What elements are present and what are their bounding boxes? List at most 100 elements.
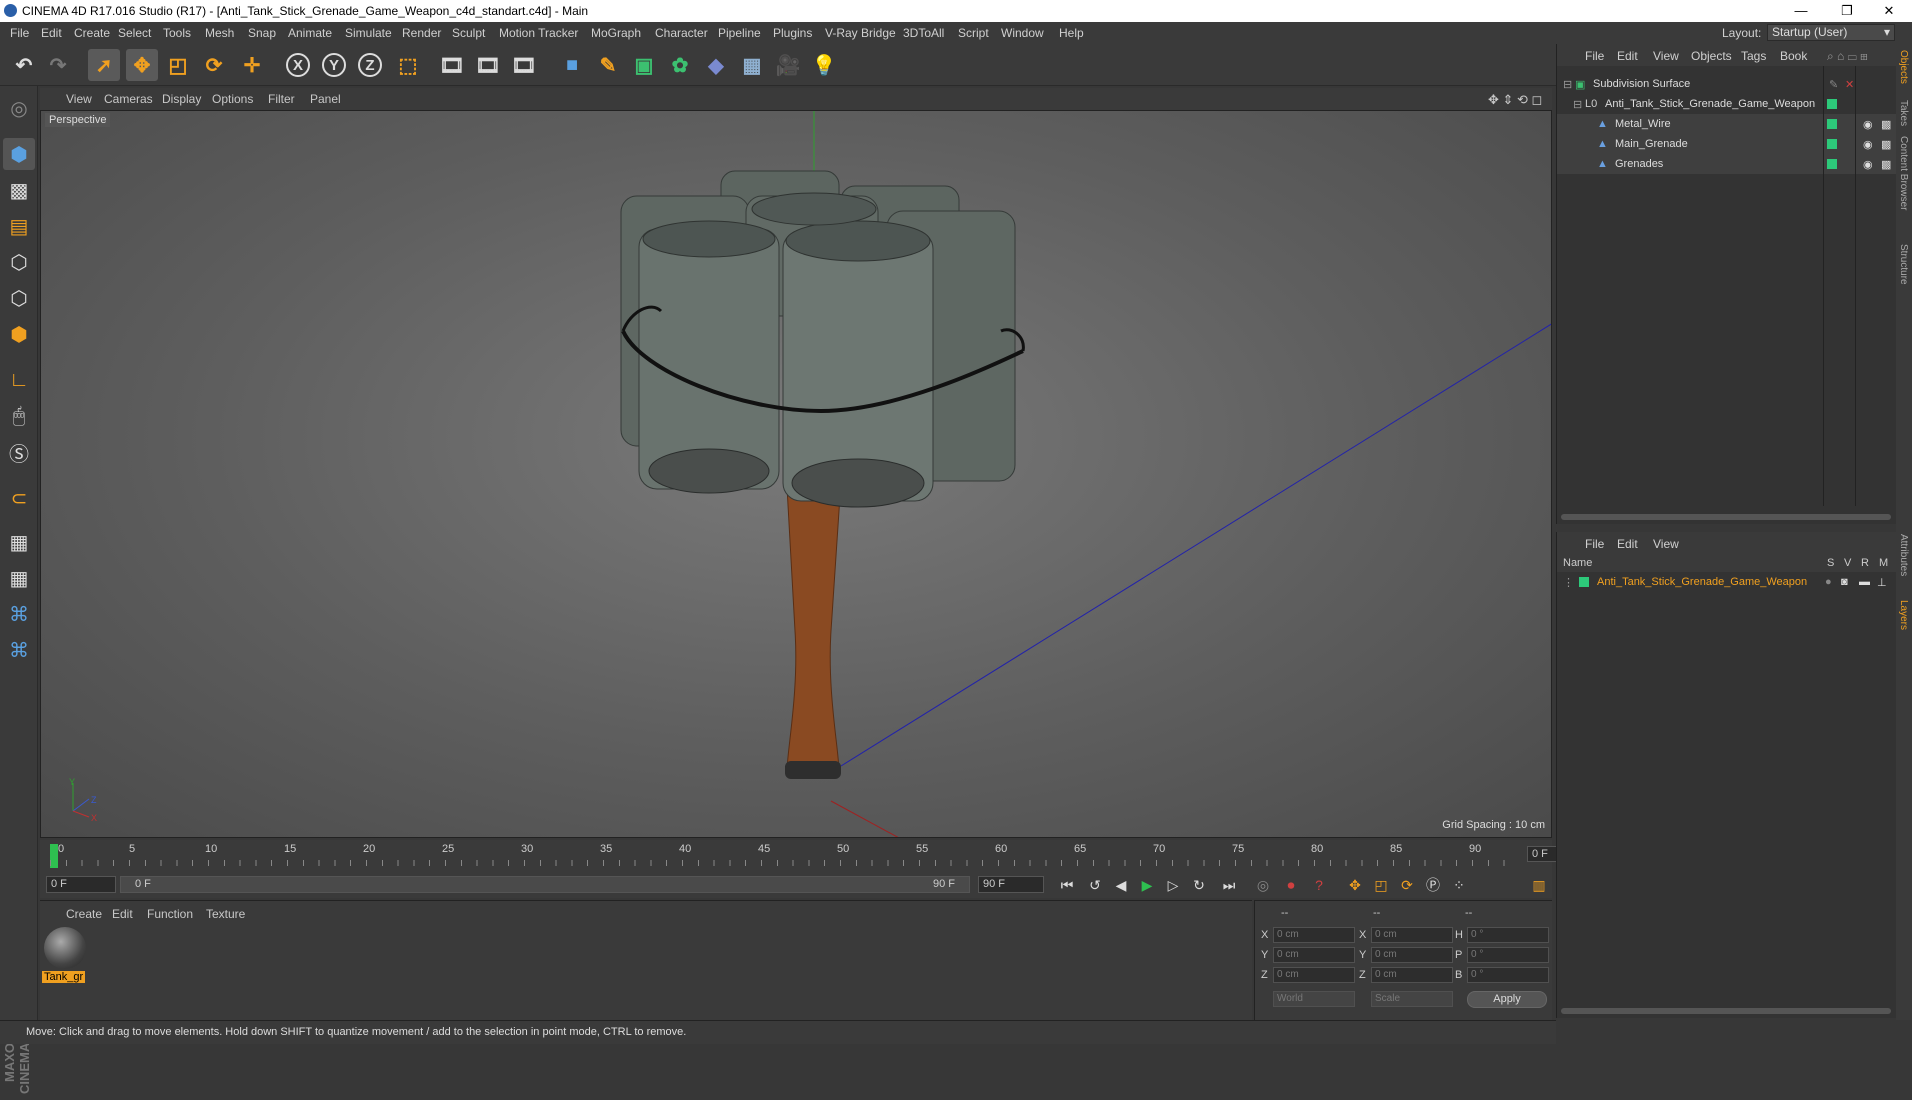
layer-color-swatch[interactable] — [1579, 577, 1589, 587]
key-scale-icon[interactable]: ◰ — [1370, 875, 1392, 895]
pos-z-field[interactable]: 0 cm — [1273, 967, 1355, 983]
tab-structure[interactable]: Structure — [1898, 244, 1909, 285]
end-frame-field[interactable]: 90 F — [978, 876, 1044, 893]
layermgr-menu-file[interactable]: File — [1585, 537, 1604, 551]
layermgr-menu-edit[interactable]: Edit — [1617, 537, 1638, 551]
tab-objects[interactable]: Objects — [1898, 50, 1909, 84]
timeline-ruler[interactable]: 0 5 10 15 20 25 30 35 40 45 50 55 60 65 … — [40, 840, 1591, 872]
texture-mode-icon[interactable]: ▩ — [3, 174, 35, 206]
material-tag-icon[interactable]: ◉ — [1863, 138, 1873, 151]
render-view-icon[interactable]: 🎞 — [436, 49, 468, 81]
minimize-button[interactable]: — — [1778, 0, 1824, 22]
layer-color-swatch[interactable] — [1827, 139, 1837, 149]
tree-collapse-icon[interactable]: ⊟ — [1573, 98, 1582, 111]
checker-tag-icon[interactable]: ▩ — [1881, 158, 1891, 171]
menu-render[interactable]: Render — [402, 26, 441, 40]
menu-snap[interactable]: Snap — [248, 26, 276, 40]
size-z-field[interactable]: 0 cm — [1371, 967, 1453, 983]
timeline-settings-icon[interactable]: ▥ — [1528, 875, 1550, 895]
edit-tag-icon[interactable]: ✎ — [1829, 78, 1838, 91]
objmgr-menu-objects[interactable]: Objects — [1691, 49, 1732, 63]
planar-workplane-icon[interactable]: ▦ — [3, 562, 35, 594]
tab-content-browser[interactable]: Content Browser — [1898, 136, 1909, 210]
menu-tools[interactable]: Tools — [163, 26, 191, 40]
layer-manager-icon[interactable]: ⊥ — [1877, 576, 1887, 589]
help-keyframe-icon[interactable]: ? — [1308, 875, 1330, 895]
material-thumbnail[interactable] — [44, 927, 86, 969]
mograph-cloner-icon[interactable]: ✿ — [664, 49, 696, 81]
menu-mesh[interactable]: Mesh — [205, 26, 234, 40]
size-x-field[interactable]: 0 cm — [1371, 927, 1453, 943]
z-axis-icon[interactable]: Z — [354, 49, 386, 81]
preview-range-slider[interactable]: 0 F 90 F — [120, 876, 970, 893]
object-row-main-grenade[interactable]: ▲ Main_Grenade ◉ ▩ — [1557, 134, 1897, 154]
python-script-icon[interactable]: ⌘ — [3, 634, 35, 666]
scale-icon[interactable]: ◰ — [162, 49, 194, 81]
prev-key-icon[interactable]: ↺ — [1084, 875, 1106, 895]
material-tag-icon[interactable]: ◉ — [1863, 158, 1873, 171]
pos-x-field[interactable]: 0 cm — [1273, 927, 1355, 943]
next-key-icon[interactable]: ↻ — [1188, 875, 1210, 895]
rotate-icon[interactable]: ⟳ — [198, 49, 230, 81]
layer-render-icon[interactable]: ▬ — [1859, 576, 1870, 588]
menu-vray-bridge[interactable]: V-Ray Bridge — [825, 26, 896, 40]
menu-plugins[interactable]: Plugins — [773, 26, 812, 40]
pos-y-field[interactable]: 0 cm — [1273, 947, 1355, 963]
key-pla-icon[interactable]: ⁘ — [1448, 875, 1470, 895]
coord-mode-world-select[interactable]: World — [1273, 991, 1355, 1007]
pen-icon[interactable]: ✎ — [592, 49, 624, 81]
key-move-icon[interactable]: ✥ — [1344, 875, 1366, 895]
camera-icon[interactable]: 🎥 — [772, 49, 804, 81]
apply-button[interactable]: Apply — [1467, 991, 1547, 1008]
make-editable-icon[interactable]: ◎ — [3, 92, 35, 124]
material-menu-create[interactable]: Create — [66, 907, 102, 921]
start-frame-field[interactable]: 0 F — [46, 876, 116, 893]
goto-end-icon[interactable]: ⏭ — [1218, 875, 1240, 895]
viewport-menu-cameras[interactable]: Cameras — [104, 92, 153, 106]
layermgr-menu-view[interactable]: View — [1653, 537, 1679, 551]
horizontal-scrollbar[interactable] — [1561, 514, 1891, 520]
viewport-nav-icons[interactable]: ✥ ⇕ ⟲ ◻ — [1488, 92, 1542, 108]
menu-select[interactable]: Select — [118, 26, 151, 40]
viewport-menu-panel[interactable]: Panel — [310, 92, 341, 106]
objmgr-menu-file[interactable]: File — [1585, 49, 1604, 63]
tab-takes[interactable]: Takes — [1898, 100, 1909, 126]
deformer-icon[interactable]: ◆ — [700, 49, 732, 81]
tweak-mode-icon[interactable]: 🖱 — [3, 400, 35, 432]
viewport-menu-display[interactable]: Display — [162, 92, 201, 106]
material-name-label[interactable]: Tank_gr — [42, 971, 86, 983]
goto-start-icon[interactable]: ⏮ — [1056, 875, 1078, 895]
menu-simulate[interactable]: Simulate — [345, 26, 392, 40]
menu-animate[interactable]: Animate — [288, 26, 332, 40]
object-row-anti-tank[interactable]: ⊟ L0 Anti_Tank_Stick_Grenade_Game_Weapon — [1557, 94, 1897, 114]
coord-system-icon[interactable]: ⬚ — [392, 49, 424, 81]
checker-tag-icon[interactable]: ▩ — [1881, 118, 1891, 131]
cube-icon[interactable]: ■ — [556, 49, 588, 81]
subdivision-icon[interactable]: ▣ — [628, 49, 660, 81]
redo-icon[interactable]: ↷ — [42, 49, 74, 81]
menu-character[interactable]: Character — [655, 26, 708, 40]
menu-window[interactable]: Window — [1001, 26, 1044, 40]
layer-solo-icon[interactable]: ● — [1825, 576, 1832, 588]
menu-help[interactable]: Help — [1059, 26, 1084, 40]
menu-3dtoall[interactable]: 3DToAll — [903, 26, 944, 40]
objmgr-menu-edit[interactable]: Edit — [1617, 49, 1638, 63]
maximize-button[interactable]: ❐ — [1824, 0, 1870, 22]
next-frame-icon[interactable]: ▷ — [1162, 875, 1184, 895]
undo-icon[interactable]: ↶ — [8, 49, 40, 81]
y-axis-icon[interactable]: Y — [318, 49, 350, 81]
material-menu-texture[interactable]: Texture — [206, 907, 245, 921]
transform-icon[interactable]: ✛ — [236, 49, 268, 81]
layout-select[interactable]: Startup (User) ▾ — [1767, 24, 1895, 41]
lock-workplane-icon[interactable]: ▦ — [3, 526, 35, 558]
snap-s-icon[interactable]: Ⓢ — [3, 436, 35, 468]
coord-mode-scale-select[interactable]: Scale — [1371, 991, 1453, 1007]
close-button[interactable]: ✕ — [1866, 0, 1912, 22]
tab-attributes[interactable]: Attributes — [1898, 534, 1909, 576]
material-menu-function[interactable]: Function — [147, 907, 193, 921]
menu-motion-tracker[interactable]: Motion Tracker — [499, 26, 578, 40]
horizontal-scrollbar[interactable] — [1561, 1008, 1891, 1014]
layer-visible-icon[interactable]: ◙ — [1841, 576, 1848, 588]
render-picture-viewer-icon[interactable]: 🎞 — [472, 49, 504, 81]
prev-frame-icon[interactable]: ◀ — [1110, 875, 1132, 895]
